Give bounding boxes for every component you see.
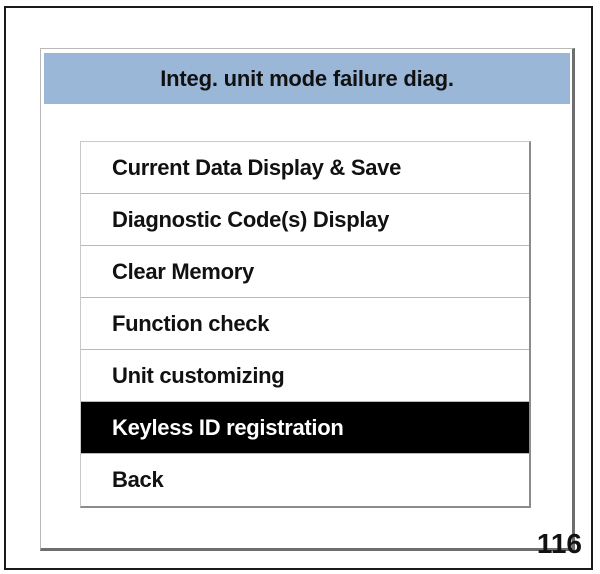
figure-number: 116 [536,528,582,559]
menu-item-current-data-display-save[interactable]: Current Data Display & Save [81,142,529,194]
menu-item-clear-memory[interactable]: Clear Memory [81,246,529,298]
menu-item-label: Keyless ID registration [112,414,344,440]
menu-item-label: Current Data Display & Save [112,154,402,180]
dialog-title-bar: Integ. unit mode failure diag. [44,53,570,104]
menu-item-label: Back [112,467,164,492]
menu-item-function-check[interactable]: Function check [81,298,529,350]
menu-item-label: Diagnostic Code(s) Display [112,206,390,232]
menu-item-label: Clear Memory [112,258,254,284]
diagnosis-dialog: Integ. unit mode failure diag. Current D… [40,48,575,551]
menu-item-label: Unit customizing [112,362,285,388]
menu-item-back[interactable]: Back [81,454,529,506]
menu-item-diagnostic-code-display[interactable]: Diagnostic Code(s) Display [81,194,529,246]
dialog-title: Integ. unit mode failure diag. [160,65,454,91]
menu-item-keyless-id-registration[interactable]: Keyless ID registration [81,402,529,454]
figure-frame: Integ. unit mode failure diag. Current D… [4,6,593,570]
diagnosis-menu: Current Data Display & Save Diagnostic C… [80,141,531,508]
menu-item-label: Function check [112,310,270,336]
menu-item-unit-customizing[interactable]: Unit customizing [81,350,529,402]
